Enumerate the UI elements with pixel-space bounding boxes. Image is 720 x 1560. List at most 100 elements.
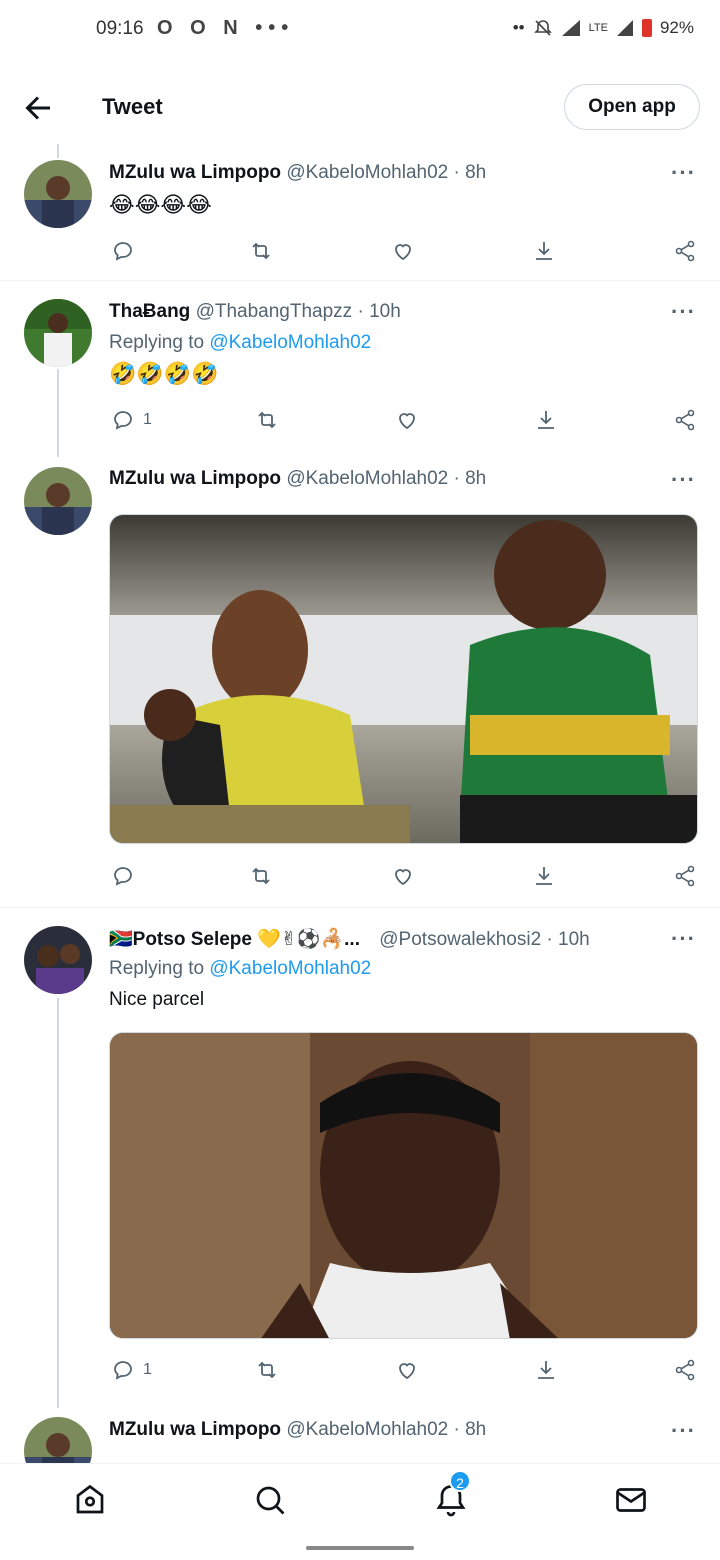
reply-button[interactable] [111,236,143,266]
tweet-time[interactable]: 8h [465,1419,486,1440]
tweet[interactable]: MZulu wa Limpopo @KabeloMohlah02 · 8h ··… [0,1408,720,1463]
download-button[interactable] [534,1355,558,1385]
retweet-button[interactable] [255,1355,279,1385]
replying-to: Replying to @KabeloMohlah02 [109,332,371,354]
replying-label: Replying to [109,332,205,353]
tweet-actions: 1 [109,1355,700,1385]
reply-count: 1 [143,411,152,428]
author-name[interactable]: MZulu wa Limpopo [109,468,281,489]
share-icon [675,865,695,887]
thread-line [57,998,59,1408]
author-name[interactable]: 🇿🇦Potso Selepe 💛✌⚽🦂... [109,929,360,950]
tweet-photo[interactable] [109,1032,698,1339]
download-icon [538,411,554,429]
page-title: Tweet [102,94,163,119]
top-header: Tweet Open app [0,68,720,144]
reply-button[interactable] [111,861,135,891]
bottom-nav: 2 [0,1463,720,1535]
avatar[interactable] [24,467,92,535]
author-handle[interactable]: @Potsowalekhosi2 [379,929,541,950]
tweet-text: 🤣🤣🤣🤣 [109,361,219,386]
share-button[interactable] [673,1355,697,1385]
signal-icon [561,20,580,36]
tweet-header: ThaɃang @ThabangThapzz · 10h [109,301,401,322]
avatar[interactable] [24,299,92,367]
like-icon [399,413,415,430]
status-bar: 09:16 O O N ••• •• LTE 92% [0,0,720,60]
mention-link[interactable]: @KabeloMohlah02 [209,332,371,353]
tweet-time[interactable]: 8h [465,468,486,489]
mention-link[interactable]: @KabeloMohlah02 [209,958,371,979]
more-options-button[interactable]: ··· [671,299,696,325]
tweet-text: 😂😂😂😂 [109,192,212,217]
thread-line [57,369,59,457]
share-button[interactable] [673,861,697,891]
retweet-icon [258,411,276,429]
retweet-button[interactable] [255,405,279,435]
nav-messages[interactable] [613,1482,649,1518]
more-options-button[interactable]: ··· [671,1418,696,1444]
retweet-button[interactable] [249,236,273,266]
download-icon [536,867,552,885]
author-handle[interactable]: @KabeloMohlah02 [286,468,448,489]
tweet[interactable]: MZulu wa Limpopo @KabeloMohlah02 · 8h ··… [0,144,720,280]
more-options-button[interactable]: ··· [671,926,696,952]
avatar[interactable] [24,1417,92,1463]
nav-home[interactable] [72,1482,108,1518]
nav-search[interactable] [252,1482,288,1518]
status-time: 09:16 [96,18,144,39]
like-button[interactable] [391,861,415,891]
notification-badge: 2 [449,1470,471,1492]
reply-button[interactable]: 1 [111,405,152,435]
retweet-button[interactable] [249,861,273,891]
download-button[interactable] [534,405,558,435]
dots-icon: •• [512,18,525,37]
tweet-time[interactable]: 8h [465,162,486,183]
nav-notifications[interactable]: 2 [433,1470,471,1518]
signal-icon-2 [616,20,633,36]
avatar[interactable] [24,160,92,228]
tweet[interactable]: ThaɃang @ThabangThapzz · 10h ··· Replyin… [0,281,720,457]
home-icon [76,1484,104,1514]
share-button[interactable] [673,236,697,266]
share-icon [675,409,695,431]
gesture-bar[interactable] [306,1546,414,1550]
author-name[interactable]: MZulu wa Limpopo [109,1419,281,1440]
tweet[interactable]: 🇿🇦Potso Selepe 💛✌⚽🦂... @Potsowalekhosi2 … [0,908,720,1408]
like-button[interactable] [395,405,419,435]
reply-icon [114,242,132,261]
author-name[interactable]: MZulu wa Limpopo [109,162,281,183]
tweet-actions [109,861,700,891]
back-button[interactable] [20,90,56,126]
more-options-button[interactable]: ··· [671,160,696,186]
tweet[interactable]: MZulu wa Limpopo @KabeloMohlah02 · 8h ··… [0,457,720,907]
mail-icon [616,1488,646,1512]
search-icon [256,1486,285,1515]
like-button[interactable] [391,236,415,266]
tweet-photo[interactable] [109,514,698,844]
author-name[interactable]: ThaɃang [109,301,190,322]
reply-button[interactable]: 1 [111,1355,152,1385]
thread-line [57,144,59,158]
share-button[interactable] [673,405,697,435]
status-notification-icons: O O N ••• [157,17,295,39]
reply-icon [114,1361,132,1380]
avatar[interactable] [24,926,92,994]
like-button[interactable] [395,1355,419,1385]
download-button[interactable] [532,861,556,891]
author-handle[interactable]: @KabeloMohlah02 [286,162,448,183]
replying-to: Replying to @KabeloMohlah02 [109,958,371,980]
status-right: •• LTE 92% [513,18,694,38]
author-handle[interactable]: @ThabangThapzz [196,301,353,322]
download-button[interactable] [532,236,556,266]
tweet-time[interactable]: 10h [369,301,401,322]
more-options-button[interactable]: ··· [671,467,696,493]
tweet-time[interactable]: 10h [558,929,590,950]
download-icon [538,1361,554,1379]
open-app-button[interactable]: Open app [564,84,700,130]
author-handle[interactable]: @KabeloMohlah02 [286,1419,448,1440]
tweet-header: MZulu wa Limpopo @KabeloMohlah02 · 8h [109,468,487,489]
like-icon [395,244,411,261]
tweet-text: Nice parcel [109,989,205,1010]
retweet-icon [252,867,270,885]
